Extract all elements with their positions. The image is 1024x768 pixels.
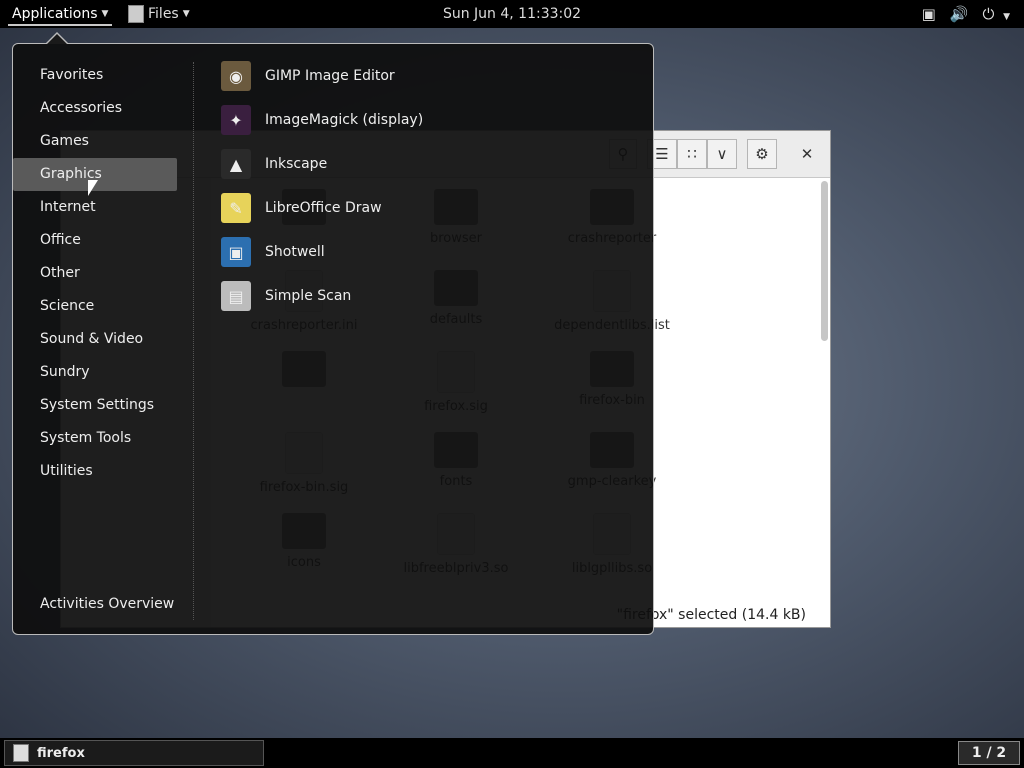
network-icon[interactable]: ▣ (922, 5, 936, 23)
files-app-menu-button[interactable]: Files ▼ (128, 0, 190, 28)
app-label: Shotwell (265, 244, 325, 260)
category-accessories[interactable]: Accessories (13, 92, 177, 125)
app-item-gimp-image-editor[interactable]: ◉ GIMP Image Editor (221, 54, 641, 98)
app-list: ◉ GIMP Image Editor ✦ ImageMagick (display)… (221, 54, 641, 318)
app-item-inkscape[interactable]: ▲ Inkscape (221, 142, 641, 186)
taskbar-item-label: firefox (37, 745, 85, 761)
category-system-tools[interactable]: System Tools (13, 422, 177, 455)
app-item-libreoffice-draw[interactable]: ✎ LibreOffice Draw (221, 186, 641, 230)
active-underline (8, 24, 113, 26)
grid-view-icon[interactable]: ∷ (677, 139, 707, 169)
app-label: ImageMagick (display) (265, 112, 424, 128)
taskbar-item-firefox[interactable]: firefox (4, 740, 264, 766)
menu-separator (193, 62, 194, 620)
category-other[interactable]: Other (13, 257, 177, 290)
category-games[interactable]: Games (13, 125, 177, 158)
activities-overview-item[interactable]: Activities Overview (40, 596, 174, 612)
app-item-simple-scan[interactable]: ▤ Simple Scan (221, 274, 641, 318)
category-utilities[interactable]: Utilities (13, 455, 177, 488)
scrollbar[interactable] (821, 181, 828, 341)
app-label: GIMP Image Editor (265, 68, 395, 84)
applications-menu-popup: Favorites Accessories Games Graphics Interne… (12, 43, 654, 635)
imagemagick-icon: ✦ (221, 105, 251, 135)
category-science[interactable]: Science (13, 290, 177, 323)
top-bar: Applications ▼ Files ▼ Sun Jun 4, 11:33:… (0, 0, 1024, 28)
libreoffice-draw-icon: ✎ (221, 193, 251, 223)
category-sundry[interactable]: Sundry (13, 356, 177, 389)
app-item-shotwell[interactable]: ▣ Shotwell (221, 230, 641, 274)
category-list: Favorites Accessories Games Graphics Interne… (13, 59, 193, 488)
volume-icon[interactable]: 🔊 (950, 5, 969, 23)
workspace-indicator[interactable]: 1 / 2 (958, 741, 1020, 765)
inkscape-icon: ▲ (221, 149, 251, 179)
app-label: LibreOffice Draw (265, 200, 382, 216)
applications-menu-button[interactable]: Applications ▼ (6, 0, 114, 28)
applications-label: Applications (12, 6, 98, 22)
category-sound-video[interactable]: Sound & Video (13, 323, 177, 356)
files-icon (128, 5, 144, 23)
close-icon[interactable]: ✕ (793, 139, 821, 169)
chevron-down-icon: ▼ (101, 9, 109, 19)
category-favorites[interactable]: Favorites (13, 59, 177, 92)
scanner-icon: ▤ (221, 281, 251, 311)
category-system-settings[interactable]: System Settings (13, 389, 177, 422)
chevron-down-icon[interactable]: ∨ (707, 139, 737, 169)
window-icon (13, 744, 29, 762)
popup-pointer-inner (47, 34, 67, 44)
category-office[interactable]: Office (13, 224, 177, 257)
mouse-cursor-icon (88, 180, 98, 196)
app-item-imagemagick-display[interactable]: ✦ ImageMagick (display) (221, 98, 641, 142)
app-label: Simple Scan (265, 288, 352, 304)
chevron-down-icon: ▼ (182, 9, 190, 19)
bottom-bar: firefox 1 / 2 (0, 738, 1024, 768)
power-icon[interactable]: ⏻ ▼ (982, 5, 1010, 23)
files-label: Files (148, 6, 179, 22)
shotwell-icon: ▣ (221, 237, 251, 267)
gear-icon[interactable]: ⚙ (747, 139, 777, 169)
gimp-icon: ◉ (221, 61, 251, 91)
system-tray: ▣ 🔊 ⏻ ▼ (922, 0, 1010, 28)
app-label: Inkscape (265, 156, 328, 172)
